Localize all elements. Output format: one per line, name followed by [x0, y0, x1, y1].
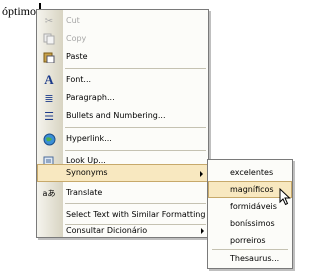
menu-item-translate[interactable]: aあ Translate: [37, 184, 208, 202]
synonym-option[interactable]: porreiros: [208, 232, 292, 249]
menu-item-copy[interactable]: Copy: [37, 30, 208, 48]
menu-item-hyperlink[interactable]: Hyperlink...: [37, 130, 208, 148]
mouse-cursor-icon: [279, 188, 291, 206]
font-icon: A: [44, 72, 54, 87]
menu-item-label: Paragraph...: [66, 93, 115, 102]
menu-item-consultar-dicionario[interactable]: Consultar Dicionário: [37, 222, 208, 240]
paste-icon: [42, 50, 56, 64]
synonym-label: magníficos: [230, 185, 274, 194]
menu-item-label: Copy: [66, 34, 87, 43]
menu-separator: [65, 127, 206, 128]
menu-item-label: Bullets and Numbering...: [66, 111, 166, 120]
synonym-label: porreiros: [230, 236, 266, 245]
menu-item-paragraph[interactable]: ≣ Paragraph...: [37, 89, 208, 107]
menu-item-paste[interactable]: Paste: [37, 48, 208, 66]
synonym-label: excelentes: [230, 168, 274, 177]
menu-item-label: Translate: [66, 188, 103, 197]
synonym-label: boníssimos: [230, 219, 275, 228]
menu-separator: [65, 150, 206, 151]
translate-icon: aあ: [42, 188, 56, 198]
thesaurus-option[interactable]: Thesaurus...: [208, 250, 292, 267]
menu-item-bullets[interactable]: ☰ Bullets and Numbering...: [37, 107, 208, 125]
synonym-option[interactable]: excelentes: [208, 164, 292, 181]
menu-item-synonyms[interactable]: Synonyms: [37, 164, 208, 182]
submenu-arrow-icon: [201, 228, 204, 234]
document-word: óptimos: [2, 4, 41, 18]
menu-item-label: Cut: [66, 16, 80, 25]
menu-item-label: Synonyms: [66, 168, 108, 177]
menu-item-label: Select Text with Similar Formatting: [66, 210, 206, 219]
hyperlink-icon: [42, 132, 56, 146]
context-menu: ✂ Cut Copy Paste A Font... ≣ Paragraph..…: [36, 9, 209, 238]
scissors-icon: ✂: [44, 15, 54, 27]
menu-item-label: Consultar Dicionário: [66, 226, 148, 235]
menu-item-cut[interactable]: ✂ Cut: [37, 12, 208, 30]
submenu-arrow-icon: [200, 171, 203, 177]
bullets-icon: ☰: [44, 109, 54, 123]
menu-item-label: Font...: [66, 75, 92, 84]
copy-icon: [42, 32, 56, 46]
menu-item-label: Paste: [66, 52, 88, 61]
menu-separator: [65, 203, 206, 204]
paragraph-icon: ≣: [44, 91, 54, 105]
synonym-option[interactable]: boníssimos: [208, 215, 292, 232]
menu-separator: [65, 68, 206, 69]
synonyms-submenu: excelentes magníficos formidáveis boníss…: [207, 159, 293, 269]
menu-item-label: Hyperlink...: [66, 134, 112, 143]
thesaurus-label: Thesaurus...: [230, 254, 280, 263]
menu-item-font[interactable]: A Font...: [37, 71, 208, 89]
synonym-label: formidáveis: [230, 202, 277, 211]
